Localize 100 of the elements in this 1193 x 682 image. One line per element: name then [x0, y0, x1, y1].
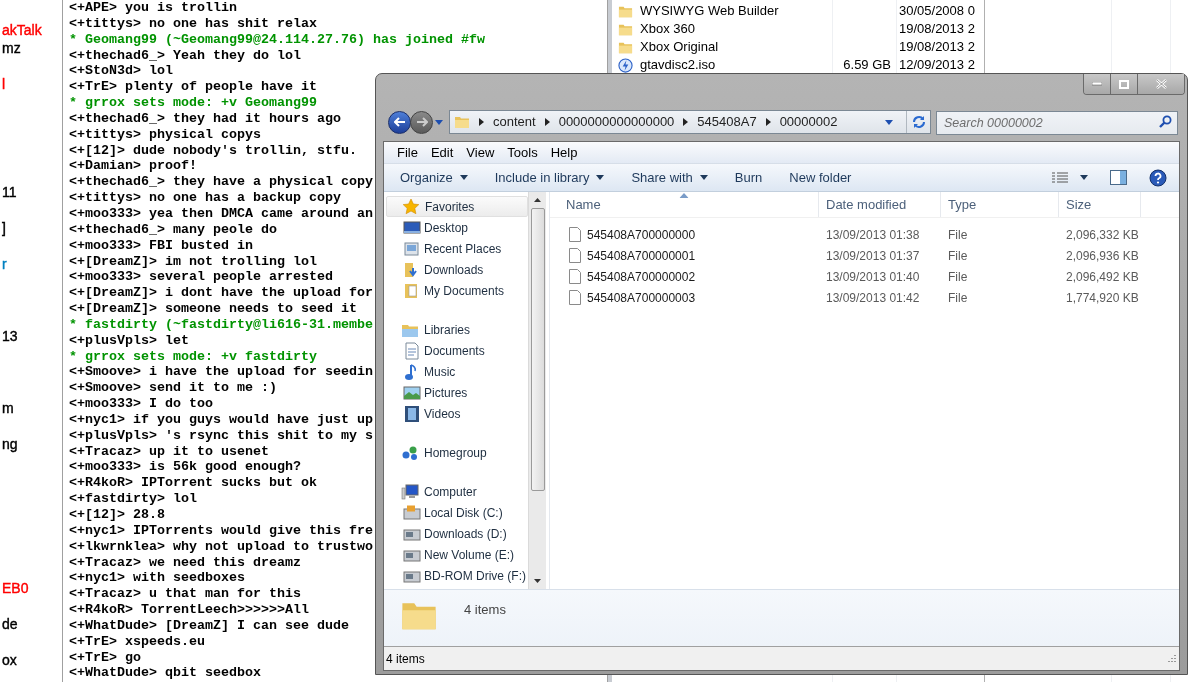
- chevron-icon: [683, 118, 689, 126]
- file-row[interactable]: 545408A700000001 13/09/2013 01:37 File 2,096,936 KB: [550, 245, 1179, 266]
- toolbar-button[interactable]: Include in library: [486, 164, 613, 191]
- chevron-icon: [479, 118, 484, 126]
- status-text: 4 items: [386, 650, 425, 668]
- folder-icon: [454, 114, 470, 130]
- file-date: 13/09/2013 01:40: [826, 269, 920, 284]
- column-header[interactable]: Name: [550, 192, 819, 217]
- menu-item[interactable]: Edit: [425, 142, 459, 163]
- toolbar-button[interactable]: Burn: [726, 164, 771, 191]
- nav-item[interactable]: Pictures: [386, 382, 528, 403]
- nick-entry[interactable]: m: [2, 399, 14, 417]
- toolbar-button[interactable]: New folder: [781, 164, 860, 191]
- drive-icon: [403, 568, 421, 583]
- breadcrumb-segment[interactable]: 0000000000000000: [558, 112, 675, 132]
- column-header[interactable]: Date modified: [819, 192, 941, 217]
- minimize-button[interactable]: [1084, 74, 1111, 94]
- scroll-up-icon: [534, 198, 541, 202]
- nick-entry[interactable]: ]: [2, 219, 6, 237]
- scrollbar[interactable]: [528, 192, 546, 589]
- nav-group-header[interactable]: Favorites: [386, 196, 528, 217]
- breadcrumb-segment[interactable]: content: [493, 112, 536, 132]
- drive-icon: [403, 547, 421, 562]
- picture-icon: [403, 383, 421, 402]
- nick-entry[interactable]: l: [2, 75, 6, 93]
- nav-item[interactable]: Documents: [386, 340, 528, 361]
- chat-event-line: * fastdirty (~fastdirty@li616-31.membe: [69, 316, 373, 333]
- back-button[interactable]: [388, 110, 411, 134]
- breadcrumb-segment[interactable]: 00000002: [779, 112, 838, 132]
- nick-entry[interactable]: ox: [2, 651, 17, 669]
- toolbar-button[interactable]: Share with: [623, 164, 716, 191]
- nav-group-header[interactable]: Computer: [386, 481, 528, 502]
- menu-item[interactable]: View: [461, 142, 500, 163]
- nick-entry[interactable]: 11: [2, 183, 17, 201]
- nav-item[interactable]: BD-ROM Drive (F:): [386, 565, 528, 586]
- column-header[interactable]: Size: [1059, 192, 1141, 217]
- chat-event-line: * grrox sets mode: +v fastdirty: [69, 348, 317, 365]
- chat-event-line: * Geomang99 (~Geomang99@24.114.27.76) has joined #fw: [69, 31, 485, 48]
- file-type: File: [948, 269, 968, 284]
- file-icon: [569, 290, 581, 305]
- file-row[interactable]: 545408A700000003 13/09/2013 01:42 File 1,774,920 KB: [550, 287, 1179, 308]
- maximize-button[interactable]: [1111, 74, 1138, 94]
- nav-item[interactable]: Downloads: [386, 259, 528, 280]
- file-date: 13/09/2013 01:37: [826, 248, 920, 263]
- toolbar-button[interactable]: Organize: [392, 164, 476, 191]
- file-row[interactable]: 545408A700000000 13/09/2013 01:38 File 2,096,332 KB: [550, 224, 1179, 245]
- nav-item[interactable]: My Documents: [386, 280, 528, 301]
- refresh-icon: [911, 115, 926, 129]
- file-date: 19/08/2013 2: [899, 21, 975, 37]
- nav-item[interactable]: Recent Places: [386, 238, 528, 259]
- nav-item[interactable]: Desktop: [386, 217, 528, 238]
- breadcrumb-segment[interactable]: 545408A7: [697, 112, 757, 132]
- nick-entry[interactable]: akTalk: [2, 21, 42, 39]
- scrollbar-thumb[interactable]: [530, 208, 545, 491]
- file-date: 12/09/2013 2: [899, 57, 975, 73]
- menu-item[interactable]: Help: [545, 142, 583, 163]
- nick-entry[interactable]: r: [2, 255, 7, 273]
- nick-entry[interactable]: ng: [2, 435, 18, 453]
- file-name: 545408A700000003: [587, 289, 696, 307]
- film-icon: [403, 404, 421, 423]
- file-date: 19/08/2013 2: [899, 39, 975, 55]
- document-icon: [403, 341, 421, 360]
- nick-entry[interactable]: EB0: [2, 579, 29, 597]
- chat-message: <+nyc1> if you guys would have just up: [69, 411, 373, 428]
- file-icon: [569, 227, 581, 242]
- nav-group-header[interactable]: Homegroup: [386, 442, 528, 463]
- chat-message: <+[DreamZ]> i dont have the upload for: [69, 285, 373, 302]
- nav-item[interactable]: Videos: [386, 403, 528, 424]
- file-name[interactable]: WYSIWYG Web Builder: [640, 1, 779, 21]
- maximize-icon: [1119, 79, 1129, 89]
- help-icon: [1149, 168, 1167, 187]
- file-size: 2,096,492 KB: [1066, 269, 1139, 284]
- nav-item[interactable]: New Volume (E:): [386, 544, 528, 565]
- column-header[interactable]: Type: [941, 192, 1059, 217]
- caret-icon: [885, 119, 893, 125]
- minimize-icon: [1092, 82, 1102, 86]
- chat-message: <+TrE> go: [69, 649, 141, 666]
- file-name[interactable]: gtavdisc2.iso: [640, 55, 716, 75]
- nick-entry[interactable]: de: [2, 615, 18, 633]
- forward-button[interactable]: [410, 110, 433, 134]
- chat-message: <+nyc1> with seedboxes: [69, 570, 245, 587]
- nick-entry[interactable]: 13: [2, 327, 18, 345]
- nav-item[interactable]: Local Disk (C:): [386, 502, 528, 523]
- caret-icon: [1080, 175, 1088, 180]
- search-field[interactable]: Search 00000002: [936, 111, 1178, 135]
- file-name: 545408A700000002: [587, 268, 696, 286]
- menu-item[interactable]: File: [392, 142, 423, 163]
- menu-item[interactable]: Tools: [502, 142, 543, 163]
- file-size: 2,096,332 KB: [1066, 227, 1139, 242]
- address-bar[interactable]: content 0000000000000000 545408A7 00000002: [449, 110, 931, 134]
- file-row[interactable]: 545408A700000002 13/09/2013 01:40 File 2,096,492 KB: [550, 266, 1179, 287]
- nav-item[interactable]: Downloads (D:): [386, 523, 528, 544]
- file-name[interactable]: Xbox 360: [640, 19, 695, 39]
- chat-message: <+TrE> plenty of people have it: [69, 79, 317, 96]
- chat-message: <+WhatDude> qbit seedbox: [69, 665, 261, 682]
- file-size: 2,096,936 KB: [1066, 248, 1139, 263]
- file-name[interactable]: Xbox Original: [640, 37, 719, 57]
- nick-entry[interactable]: mz: [2, 39, 21, 57]
- nav-group-header[interactable]: Libraries: [386, 319, 528, 340]
- nav-item[interactable]: Music: [386, 361, 528, 382]
